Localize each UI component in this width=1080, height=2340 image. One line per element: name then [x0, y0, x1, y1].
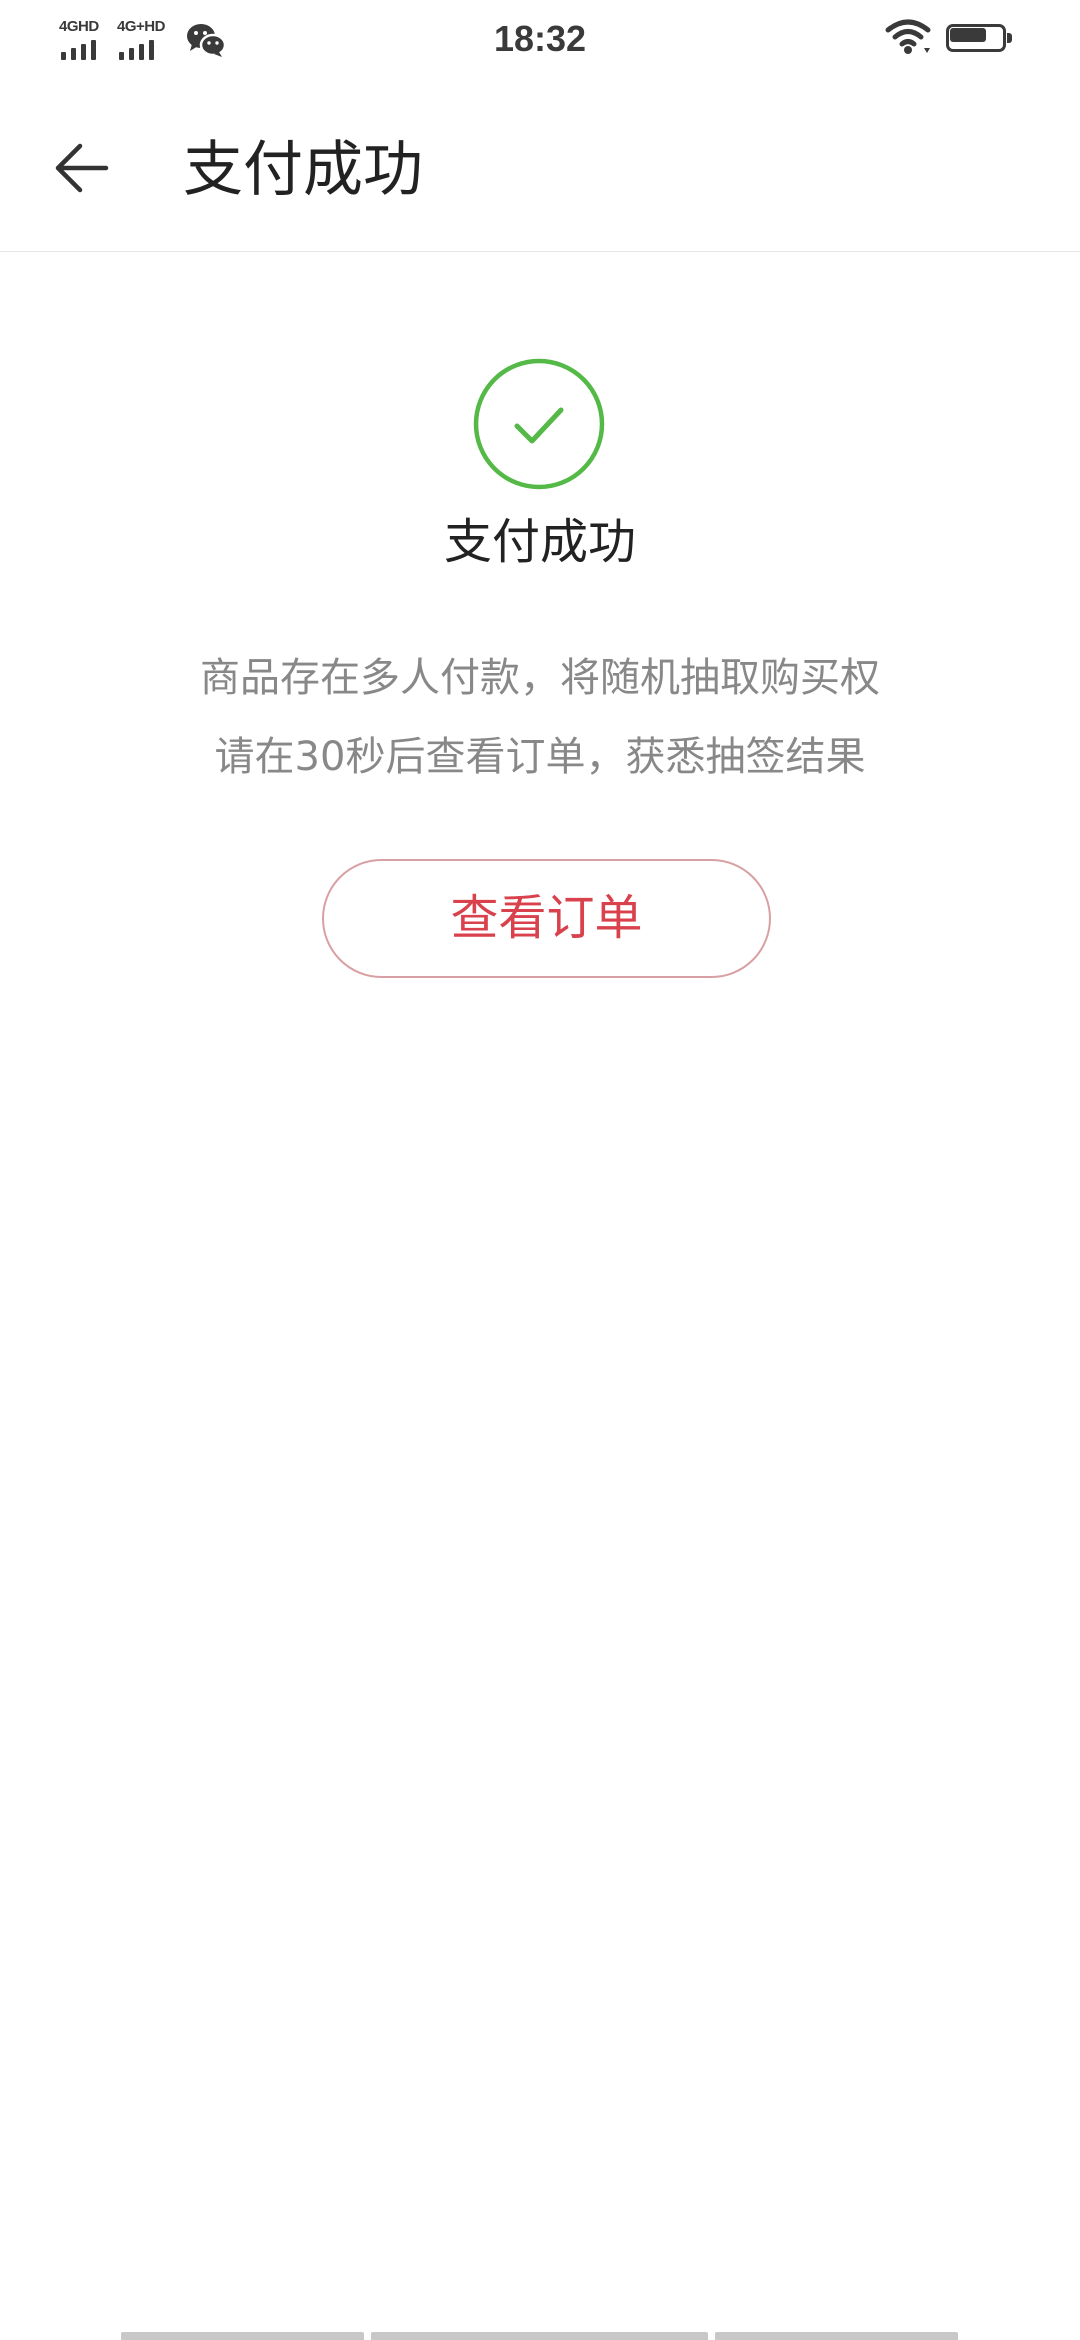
wifi-icon [885, 19, 931, 54]
battery-icon [946, 24, 1014, 56]
success-title: 支付成功 [443, 514, 636, 570]
bottom-indicator-segment [121, 2332, 364, 2340]
app-header: 支付成功 [0, 84, 1080, 252]
message-line-1: 商品存在多人付款，将随机抽取购买权 [200, 655, 880, 701]
bottom-indicator-segment [715, 2332, 958, 2340]
check-circle-icon [473, 358, 605, 490]
page-title: 支付成功 [183, 135, 423, 205]
message-line-2: 请在30秒后查看订单，获悉抽签结果 [214, 734, 866, 780]
view-order-button[interactable]: 查看订单 [322, 859, 771, 978]
arrow-left-icon [55, 143, 109, 193]
bottom-indicator-segment [371, 2332, 708, 2340]
back-button[interactable] [42, 126, 126, 210]
status-bar: 4GHD 4G+HD 18:32 [0, 0, 1080, 84]
